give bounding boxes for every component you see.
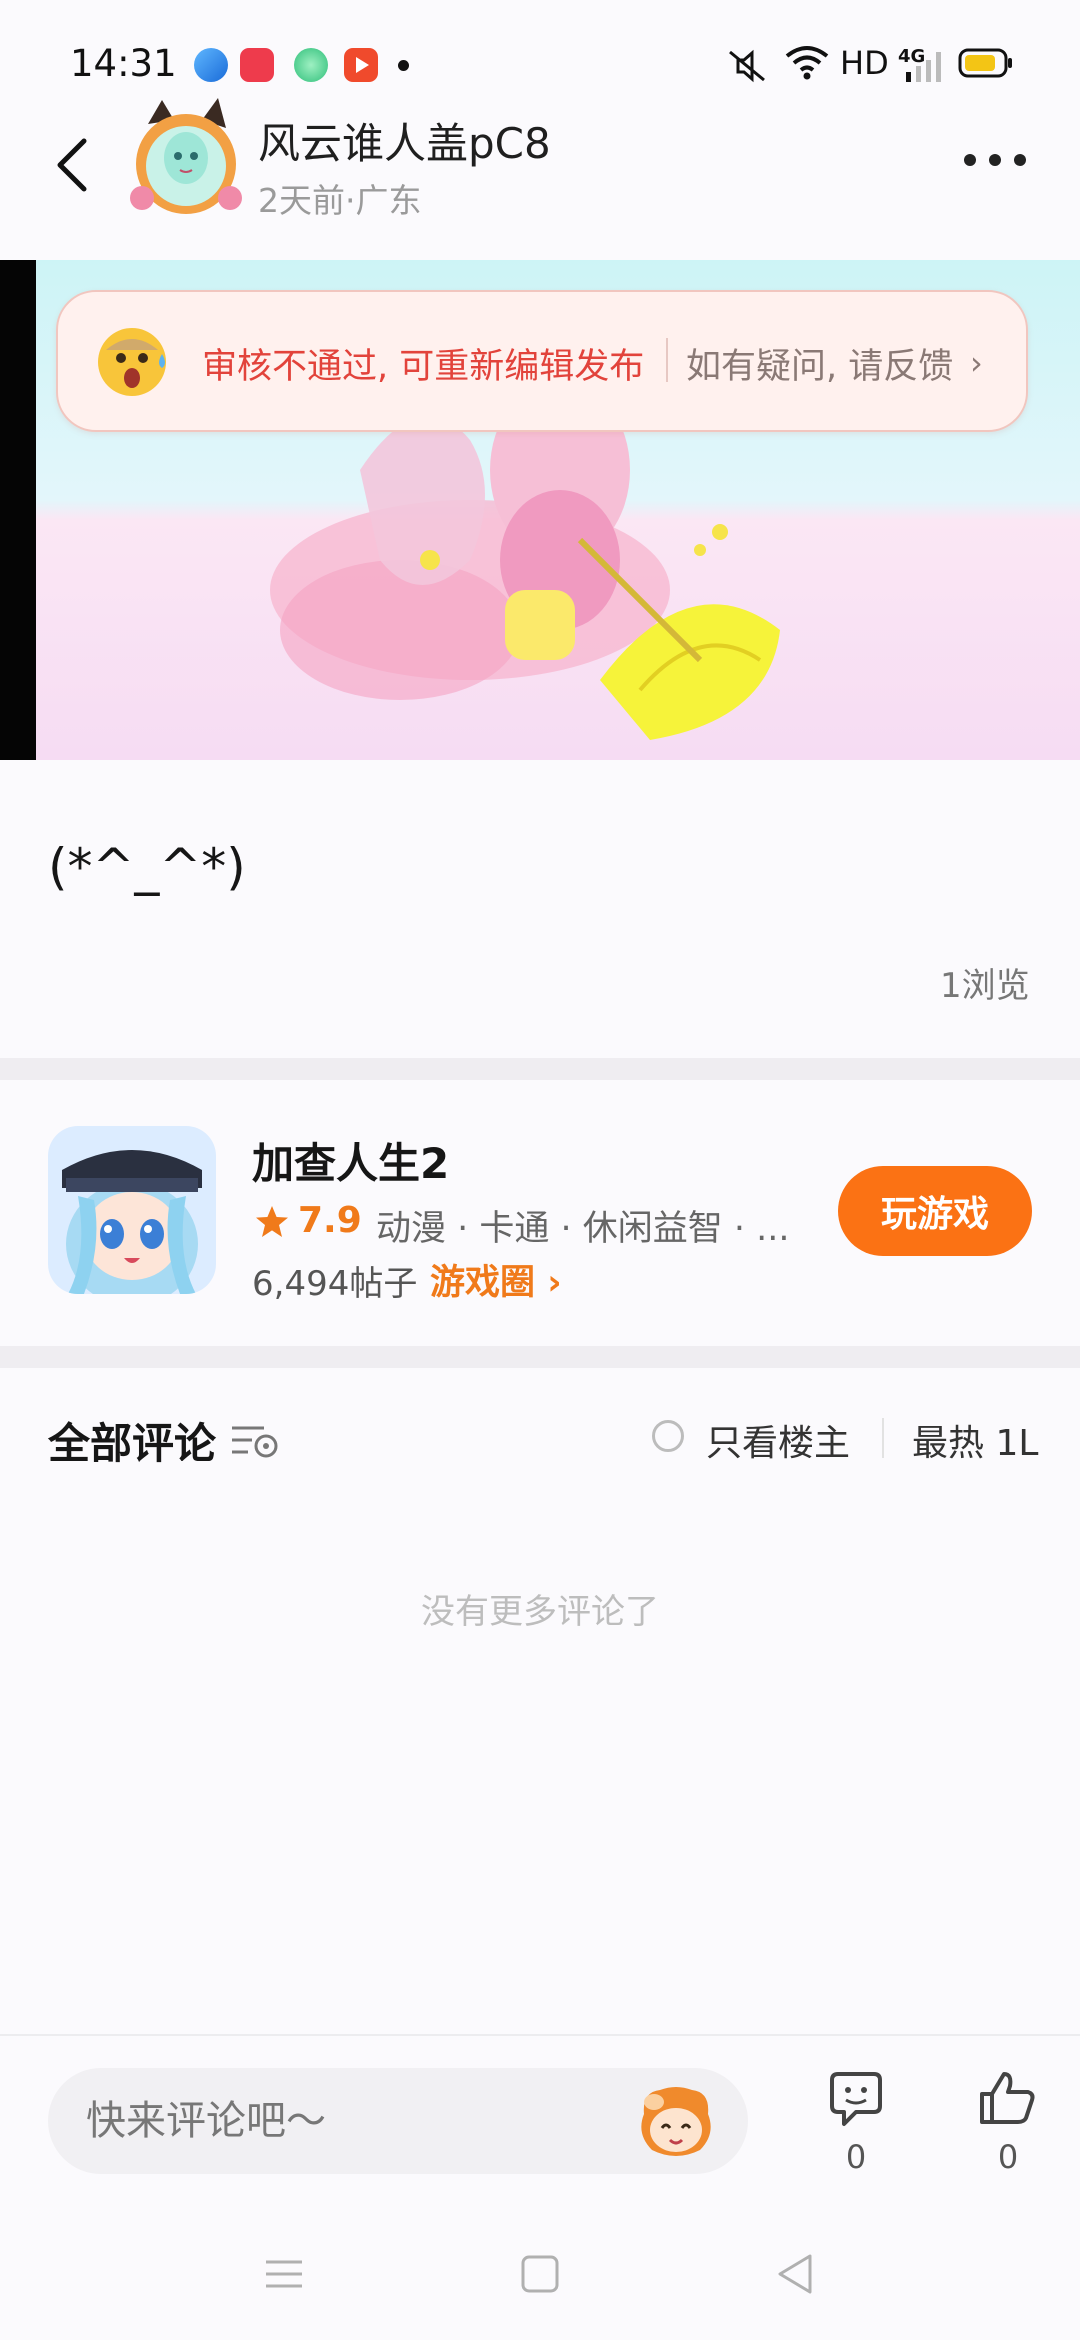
shocked-emoji-icon xyxy=(98,328,166,396)
game-circle-link[interactable]: 游戏圈 › xyxy=(430,1254,562,1305)
green-app-icon xyxy=(294,48,328,82)
only-host-radio[interactable] xyxy=(652,1420,684,1452)
mute-icon xyxy=(729,49,765,83)
review-notice-bar[interactable]: 审核不通过, 可重新编辑发布 如有疑问, 请反馈 › xyxy=(56,290,1028,432)
comment-count: 0 xyxy=(845,2138,867,2176)
game-title[interactable]: 加查人生2 xyxy=(252,1130,449,1191)
view-count: 1浏览 xyxy=(940,966,1030,1006)
signal-icon xyxy=(906,52,941,82)
play-game-button[interactable]: 玩游戏 xyxy=(838,1166,1032,1256)
sort-toggle[interactable]: 最热 1L xyxy=(912,1414,1038,1466)
network-hd-label: HD xyxy=(840,44,889,82)
comments-title: 全部评论 xyxy=(48,1419,217,1468)
star-icon xyxy=(256,1206,288,1237)
sort-divider xyxy=(882,1418,884,1458)
video-app-icon xyxy=(344,48,378,82)
game-circle-label: 游戏圈 xyxy=(430,1263,536,1303)
back-triangle-icon[interactable] xyxy=(774,2252,818,2296)
messenger-app-icon xyxy=(194,48,228,82)
wifi-icon xyxy=(785,46,829,80)
battery-icon xyxy=(958,48,1012,78)
section-divider xyxy=(0,1346,1080,1368)
only-host-label[interactable]: 只看楼主 xyxy=(706,1414,850,1466)
chevron-right-icon: › xyxy=(970,344,983,382)
post-content: (*^_^*) xyxy=(48,838,246,896)
comment-icon[interactable] xyxy=(826,2070,886,2130)
emoji-mascot-icon[interactable] xyxy=(636,2084,716,2158)
feedback-link[interactable]: 如有疑问, 请反馈 xyxy=(686,338,953,389)
chevron-right-icon: › xyxy=(547,1263,562,1303)
game-post-count: 6,494帖子 xyxy=(252,1264,418,1304)
post-meta: 2天前·广东 xyxy=(258,181,422,220)
notification-dot-icon xyxy=(398,60,409,71)
more-dots-icon[interactable] xyxy=(960,140,1030,180)
user-name[interactable]: 风云谁人盖pC8 xyxy=(258,110,551,171)
review-status-text: 审核不通过, 可重新编辑发布 xyxy=(202,347,645,387)
game-icon[interactable] xyxy=(48,1126,216,1294)
filter-settings-icon[interactable] xyxy=(230,1420,280,1460)
avatar[interactable] xyxy=(126,98,246,223)
game-tags: 动漫 · 卡通 · 休闲益智 · ... xyxy=(376,1209,790,1249)
section-divider xyxy=(0,1058,1080,1080)
red-app-icon xyxy=(240,48,274,82)
review-divider xyxy=(666,338,668,382)
home-icon[interactable] xyxy=(518,2252,562,2296)
thumbs-up-icon[interactable] xyxy=(978,2068,1038,2128)
game-rating: 7.9 xyxy=(298,1200,362,1241)
status-time: 14:31 xyxy=(70,42,177,85)
empty-comments-text: 没有更多评论了 xyxy=(421,1592,659,1632)
like-count: 0 xyxy=(997,2138,1019,2176)
back-arrow-icon[interactable] xyxy=(48,135,98,195)
menu-icon[interactable] xyxy=(262,2252,306,2296)
